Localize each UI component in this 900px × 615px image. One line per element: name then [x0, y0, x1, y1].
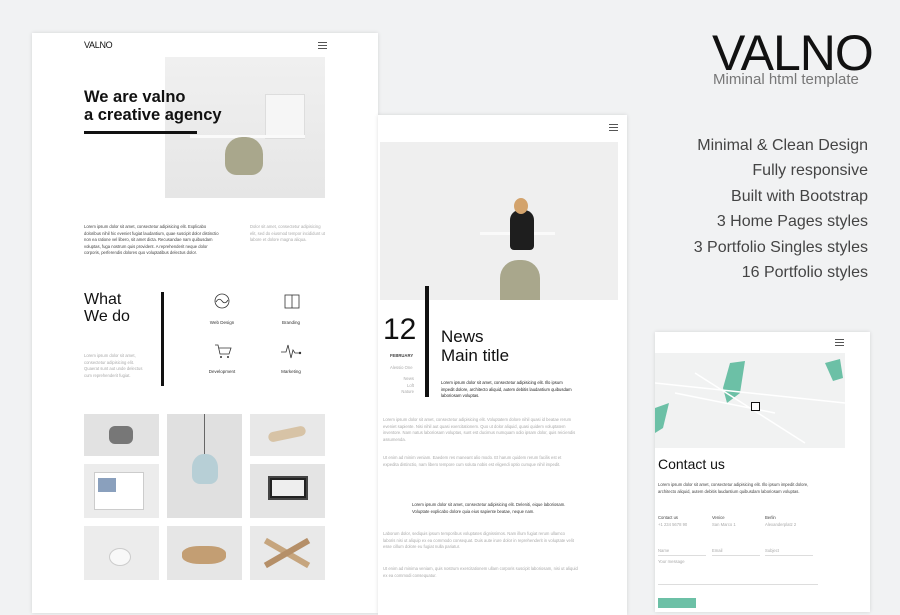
news-hero-image: [380, 142, 618, 300]
news-lead: Lorem ipsum dolor sit amet, consectetur …: [441, 380, 572, 398]
feature-item: Fully responsive: [752, 162, 868, 179]
news-title-1: News: [441, 327, 484, 346]
feature-item: 16 Portfolio styles: [741, 264, 868, 281]
portfolio-item[interactable]: [250, 526, 325, 580]
contact-title: Contact us: [658, 456, 725, 472]
feature-item: Built with Bootstrap: [731, 188, 868, 205]
feature-item: 3 Portfolio Singles styles: [693, 239, 868, 256]
menu-icon[interactable]: [835, 339, 844, 346]
what-text: Lorem ipsum dolor sit amet, consectetur …: [84, 353, 143, 378]
portfolio-item[interactable]: [167, 414, 242, 518]
feature-item: Minimal & Clean Design: [697, 137, 868, 154]
news-quote: Lorem ipsum dolor sit amet, consectetur …: [412, 502, 566, 514]
person: [510, 210, 534, 250]
portfolio-item[interactable]: [84, 464, 159, 518]
contact-col-line: San Marco 1: [712, 521, 736, 527]
map[interactable]: [655, 353, 845, 448]
news-page-preview: 12 FEBRUARY Alessio One News Loft Nature…: [378, 115, 627, 615]
home-logo[interactable]: VALNO: [84, 40, 113, 50]
hero-heading-line-1: We are valno: [84, 88, 186, 106]
book-icon: [284, 294, 300, 309]
intro-text: Lorem ipsum dolor sit amet, consectetur …: [84, 224, 219, 255]
contact-col-line: Alexanderplatz 2: [765, 521, 797, 527]
map-shapes: [655, 359, 845, 444]
news-body-4: Ut enim ad minima veniam, quis nostrum e…: [383, 566, 578, 578]
contact-col: Contact us +1 234 5678 90: [658, 515, 703, 528]
portfolio-item[interactable]: [84, 526, 159, 580]
service-label: Branding: [281, 320, 300, 325]
message-field[interactable]: Your message: [658, 559, 818, 585]
menu-icon[interactable]: [318, 42, 327, 49]
feature-item: 3 Home Pages styles: [716, 213, 868, 230]
news-title-2: Main title: [441, 346, 510, 365]
news-body-3: Laborum dolor, sediquis ipsum temporibus…: [383, 531, 574, 549]
news-divider: [425, 286, 429, 397]
portfolio-item[interactable]: [167, 526, 242, 580]
section-divider: [161, 292, 164, 386]
contact-page-preview: Contact us Lorem ipsum dolor sit amet, c…: [655, 332, 870, 612]
post-tags: News Loft Nature: [401, 376, 414, 394]
contact-col: Berlin Alexanderplatz 2: [765, 515, 810, 528]
contact-col-line: +1 234 5678 90: [658, 521, 688, 527]
cart-icon: [215, 344, 232, 358]
pulse-icon: [281, 344, 302, 359]
portfolio-item[interactable]: [250, 414, 325, 456]
date-month: FEBRUARY: [390, 353, 414, 358]
portfolio-item[interactable]: [84, 414, 159, 456]
chair: [225, 137, 263, 175]
what-title-2: We do: [84, 308, 130, 325]
contact-col: Venice San Marco 1: [712, 515, 757, 528]
service-label: Marketing: [281, 369, 301, 374]
service-label: Development: [208, 369, 236, 374]
hero-image: [165, 57, 325, 198]
news-body-2: Ut enim ad minim veniam. Eaedem res mane…: [383, 455, 562, 467]
date-day: 12: [383, 313, 417, 346]
menu-icon[interactable]: [609, 124, 618, 131]
brand-subtitle: Miminal html template: [713, 71, 859, 88]
post-author: Alessio One: [390, 365, 413, 370]
what-title-1: What: [84, 291, 122, 308]
email-field[interactable]: Email: [712, 548, 760, 556]
hero-underline: [84, 131, 197, 134]
portfolio-item[interactable]: [250, 464, 325, 518]
name-field[interactable]: Name: [658, 548, 706, 556]
service-label: Web Design: [209, 320, 235, 325]
contact-text: Lorem ipsum dolor sit amet, consectetur …: [658, 482, 809, 494]
news-body-1: Lorem ipsum dolor sit amet, consectetur …: [383, 417, 576, 442]
hero-heading-line-2: a creative agency: [84, 106, 222, 124]
intro-side-text: Dolor sit amet, consectetur adipisicing …: [250, 224, 325, 242]
subject-field[interactable]: Subject: [765, 548, 813, 556]
home-page-preview: VALNO We are valno a creative agency Lor…: [32, 33, 378, 613]
map-pin-icon[interactable]: [751, 402, 760, 411]
